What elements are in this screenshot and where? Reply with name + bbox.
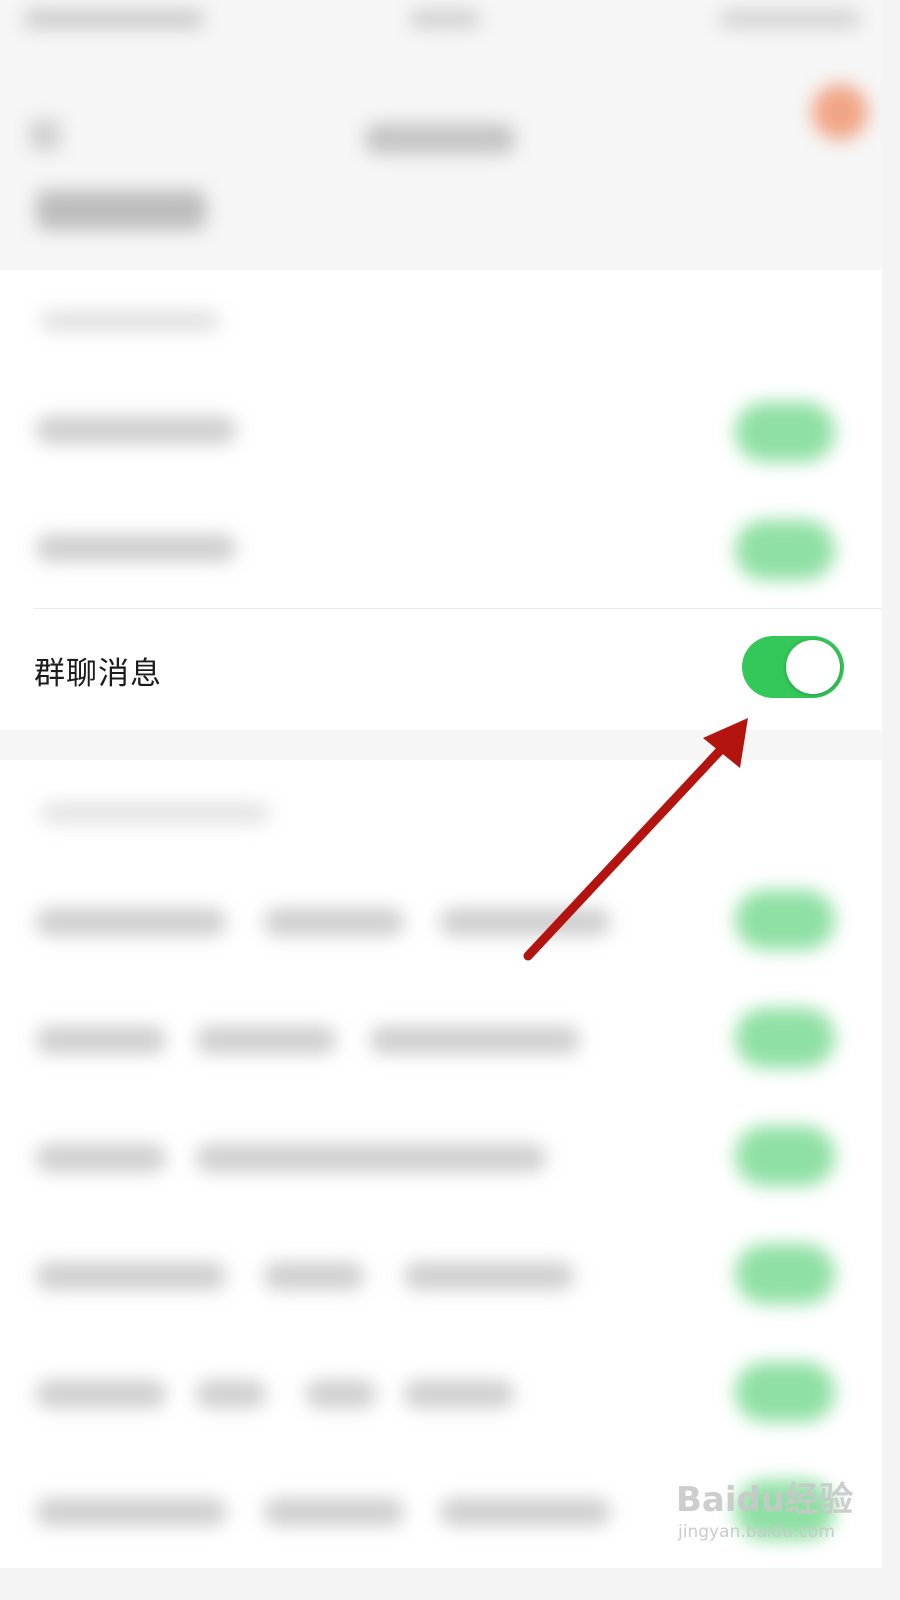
status-right-blurred (720, 10, 860, 28)
toggle-blurred[interactable] (735, 402, 835, 462)
toggle-blurred[interactable] (735, 890, 835, 950)
navigation-bar (0, 50, 882, 154)
section-title-blurred (36, 190, 206, 230)
watermark: Baidu经验 jingyan.baidu.com (676, 1472, 876, 1562)
row-label-blurred (36, 1026, 166, 1054)
settings-card-bottom (0, 760, 882, 1568)
status-left-blurred (24, 10, 204, 28)
group-chat-toggle[interactable] (742, 636, 844, 698)
back-icon[interactable] (30, 120, 60, 150)
row-label: 群聊消息 (34, 656, 162, 692)
row-label-blurred (36, 1498, 226, 1526)
row-label-blurred (306, 1380, 376, 1408)
status-time-blurred (410, 10, 480, 28)
row-label-blurred (264, 1262, 364, 1290)
row-label-blurred (36, 1262, 226, 1290)
watermark-logo: Baidu经验 (676, 1480, 854, 1520)
card-header-blurred (40, 310, 220, 332)
avatar[interactable] (812, 84, 868, 140)
status-bar (0, 0, 882, 50)
toggle-knob[interactable] (786, 640, 840, 694)
settings-screen: 群聊消息 Baidu经验 jingyan.baidu.com (0, 0, 882, 1568)
group-chat-message-row[interactable]: 群聊消息 (0, 608, 882, 726)
row-label-blurred (36, 534, 236, 562)
toggle-blurred[interactable] (735, 1008, 835, 1068)
row-label-blurred (440, 908, 610, 936)
row-label-blurred (196, 1380, 266, 1408)
toggle-blurred[interactable] (735, 1126, 835, 1186)
row-label-blurred (370, 1026, 580, 1054)
row-label-blurred (36, 1380, 166, 1408)
row-label-blurred (440, 1498, 610, 1526)
row-divider (34, 608, 882, 609)
row-label-blurred (404, 1262, 574, 1290)
toggle-blurred[interactable] (735, 520, 835, 580)
row-label-blurred (196, 1144, 546, 1172)
row-label-blurred (36, 1144, 166, 1172)
row-label-blurred (196, 1026, 336, 1054)
row-label-blurred (36, 908, 226, 936)
row-label-blurred (404, 1380, 514, 1408)
row-label-blurred (264, 908, 404, 936)
toggle-blurred[interactable] (735, 1362, 835, 1422)
toggle-blurred[interactable] (735, 1244, 835, 1304)
nav-title-blurred (365, 124, 515, 154)
card-header-blurred (40, 802, 270, 824)
watermark-url: jingyan.baidu.com (678, 1522, 835, 1542)
row-label-blurred (264, 1498, 404, 1526)
row-label-blurred (36, 416, 236, 444)
